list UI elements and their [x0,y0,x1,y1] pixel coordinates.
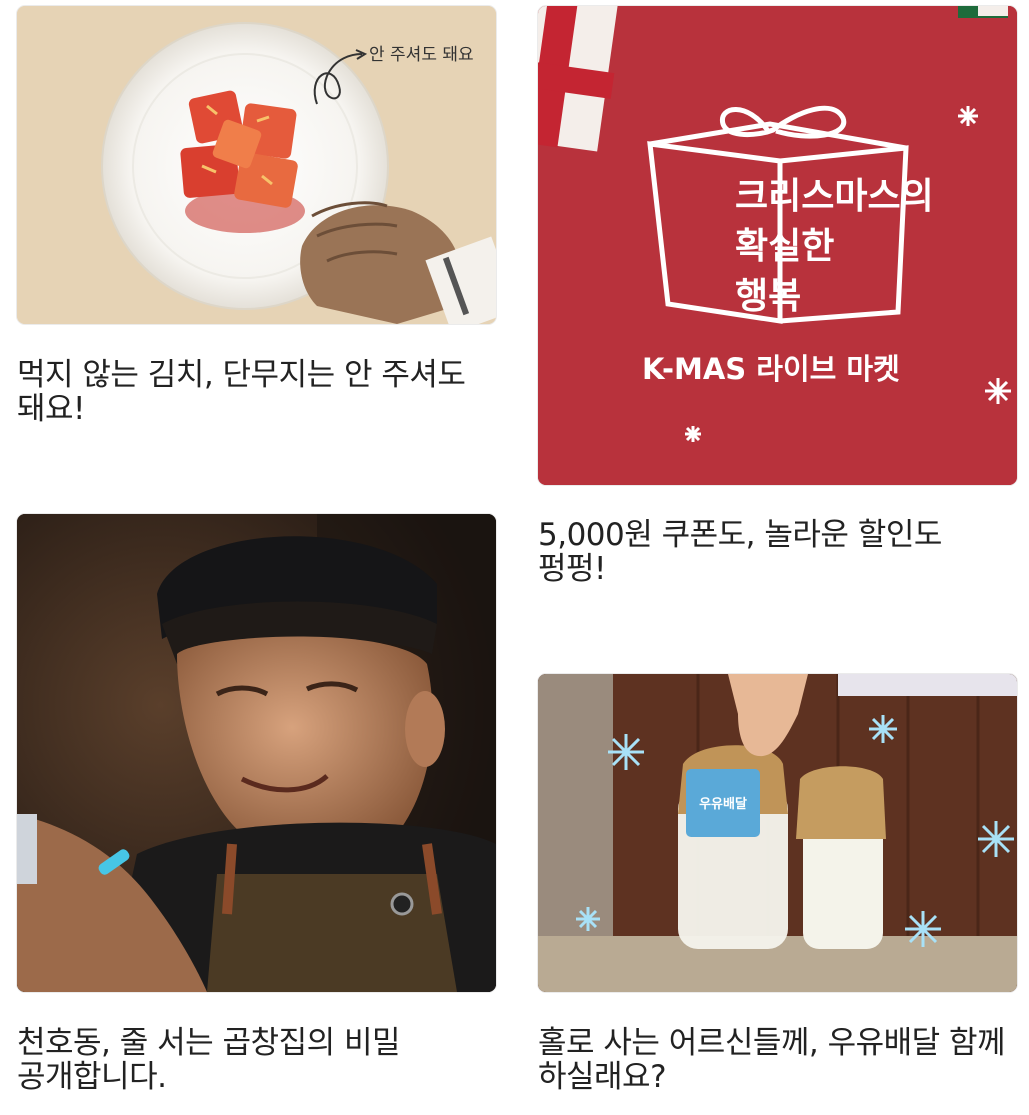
man-photo [17,514,496,992]
article-thumbnail[interactable]: 크리스마스의 확실한 행복 K-MAS 라이브 마켓 [538,6,1017,485]
article-caption[interactable]: 먹지 않는 김치, 단무지는 안 주셔도 돼요! [17,358,502,426]
article-thumbnail[interactable]: 우유배달 [538,674,1017,992]
article-caption[interactable]: 천호동, 줄 서는 곱창집의 비밀 공개합니다. [17,1026,502,1094]
promo-line-2: 확실한 [735,226,834,267]
promo-line-3: 행복 [735,276,801,317]
article-caption[interactable]: 홀로 사는 어르신들께, 우유배달 함께 하실래요? [538,1026,1018,1094]
kimchi-illustration: 안 주셔도 돼요 [17,6,496,324]
milk-photo: 우유배달 [538,674,1017,992]
article-thumbnail[interactable]: 안 주셔도 돼요 [17,6,496,324]
article-thumbnail[interactable] [17,514,496,992]
promo-line-1: 크리스마스의 [735,176,934,217]
bottle-tag: 우유배달 [699,796,747,812]
kimchi-note: 안 주셔도 돼요 [369,45,474,65]
kmas-banner: 크리스마스의 확실한 행복 K-MAS 라이브 마켓 [538,6,1017,485]
article-caption[interactable]: 5,000원 쿠폰도, 놀라운 할인도 펑펑! [538,518,1018,586]
promo-brand: K-MAS 라이브 마켓 [642,352,900,386]
